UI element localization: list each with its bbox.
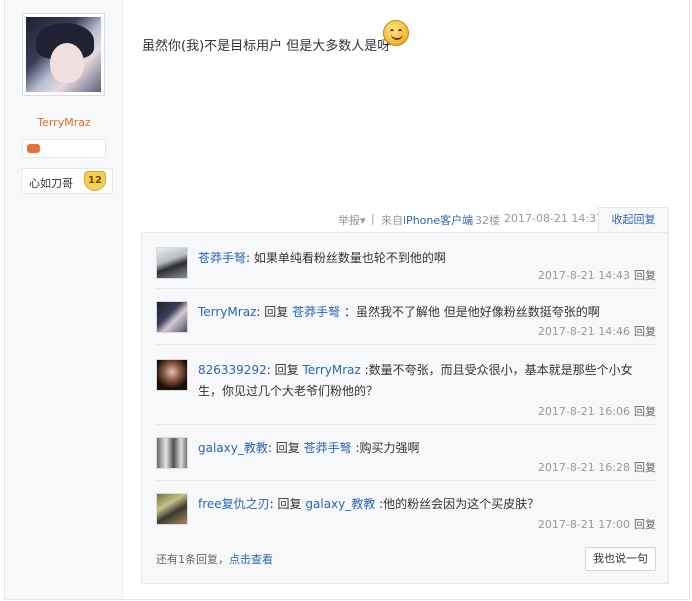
reply-item: free复仇之刃: 回复 galaxy_教教 :他的粉丝会因为这个买皮肤？ 20… — [156, 485, 656, 537]
view-more-link[interactable]: 点击查看 — [229, 553, 273, 566]
reply-time: 2017-8-21 16:06 — [537, 405, 630, 418]
reply-avatar[interactable] — [156, 493, 188, 525]
smile-face-icon — [383, 20, 409, 46]
reply-user[interactable]: 826339292 — [198, 363, 267, 377]
collapse-replies-button[interactable]: 收起回复 — [598, 207, 669, 233]
reply-text: ：虽然我不了解他 但是他好像粉丝数挺夸张的啊 — [343, 305, 600, 319]
reply-to-user[interactable]: 苍莽手弩 — [292, 305, 340, 319]
reply-avatar[interactable] — [156, 247, 188, 279]
reply-user[interactable]: TerryMraz — [198, 305, 256, 319]
gamepad-icon — [27, 144, 40, 153]
reply-to-user[interactable]: TerryMraz — [302, 363, 360, 377]
report-link[interactable]: 举报▾ — [338, 212, 366, 228]
reply-link[interactable]: 回复 — [634, 269, 656, 282]
reply-time: 2017-8-21 14:46 — [537, 325, 630, 338]
author-sidebar: TerryMraz 心如刀哥 12 — [5, 0, 123, 599]
reply-panel: 苍莽手弩: 如果单纯看粉丝数量也轮不到他的啊 2017-8-21 14:43 回复… — [141, 232, 669, 584]
reply-time: 2017-8-21 14:43 — [537, 269, 630, 282]
rank-title: 心如刀哥 — [29, 177, 73, 190]
member-level-badge[interactable]: 心如刀哥 12 — [21, 168, 113, 194]
reply-time: 2017-8-21 17:00 — [537, 518, 630, 531]
reply-avatar[interactable] — [156, 359, 188, 391]
reply-text: :购买力强啊 — [355, 441, 420, 455]
reply-item: 苍莽手弩: 如果单纯看粉丝数量也轮不到他的啊 2017-8-21 14:43 回复 — [156, 239, 656, 289]
level-icon: 12 — [84, 171, 106, 191]
reply-user[interactable]: 苍莽手弩 — [198, 251, 246, 265]
post-content: 虽然你(我)不是目标用户 但是大多数人是呀 — [142, 39, 391, 54]
more-replies: 还有1条回复，点击查看 — [156, 553, 273, 566]
reply-link[interactable]: 回复 — [634, 325, 656, 338]
reply-avatar[interactable] — [156, 301, 188, 333]
reply-link[interactable]: 回复 — [634, 518, 656, 531]
reply-user[interactable]: free复仇之刃 — [198, 497, 270, 511]
client-info: 来自iPhone客户端 — [381, 214, 474, 227]
reply-avatar[interactable] — [156, 437, 188, 469]
reply-link[interactable]: 回复 — [634, 461, 656, 474]
reply-user[interactable]: galaxy_教教 — [198, 441, 268, 455]
post-time: 2017-08-21 14:37 — [504, 212, 604, 225]
say-something-button[interactable]: 我也说一句 — [585, 547, 656, 571]
chevron-down-icon: ▾ — [360, 214, 366, 227]
author-name[interactable]: TerryMraz — [5, 116, 123, 129]
reply-to-user[interactable]: galaxy_教教 — [305, 497, 375, 511]
tail-separator: | — [371, 212, 375, 225]
reply-item: 826339292: 回复 TerryMraz :数量不夸张，而且受众很小，基本… — [156, 351, 656, 425]
reply-item: galaxy_教教: 回复 苍莽手弩 :购买力强啊 2017-8-21 16:2… — [156, 429, 656, 481]
floor-number: 32楼 — [475, 214, 500, 227]
author-avatar[interactable] — [22, 13, 105, 96]
reply-link[interactable]: 回复 — [634, 405, 656, 418]
reply-to-user[interactable]: 苍莽手弩 — [304, 441, 352, 455]
reply-time: 2017-8-21 16:28 — [537, 461, 630, 474]
reply-text: 如果单纯看粉丝数量也轮不到他的啊 — [253, 251, 446, 265]
avatar-image — [26, 17, 101, 92]
client-link[interactable]: iPhone客户端 — [403, 214, 473, 227]
game-badge[interactable] — [22, 139, 106, 158]
reply-text: :他的粉丝会因为这个买皮肤？ — [379, 497, 540, 511]
reply-item: TerryMraz: 回复 苍莽手弩 ：虽然我不了解他 但是他好像粉丝数挺夸张的… — [156, 293, 656, 345]
